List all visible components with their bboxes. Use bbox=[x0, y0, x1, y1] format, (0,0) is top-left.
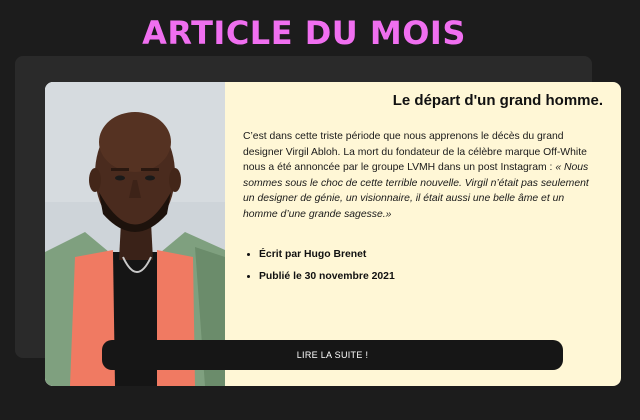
article-author: Écrit par Hugo Brenet bbox=[259, 248, 395, 262]
article-date: Publié le 30 novembre 2021 bbox=[259, 270, 395, 284]
article-title: Le départ d'un grand homme. bbox=[392, 92, 603, 109]
read-more-button[interactable]: LIRE LA SUITE ! bbox=[102, 340, 563, 370]
article-body: C’est dans cette triste période que nous… bbox=[243, 129, 601, 223]
article-intro: C’est dans cette triste période que nous… bbox=[243, 131, 587, 174]
section-heading: ARTICLE DU MOIS bbox=[142, 14, 466, 52]
article-meta-list: Écrit par Hugo Brenet Publié le 30 novem… bbox=[243, 248, 395, 292]
